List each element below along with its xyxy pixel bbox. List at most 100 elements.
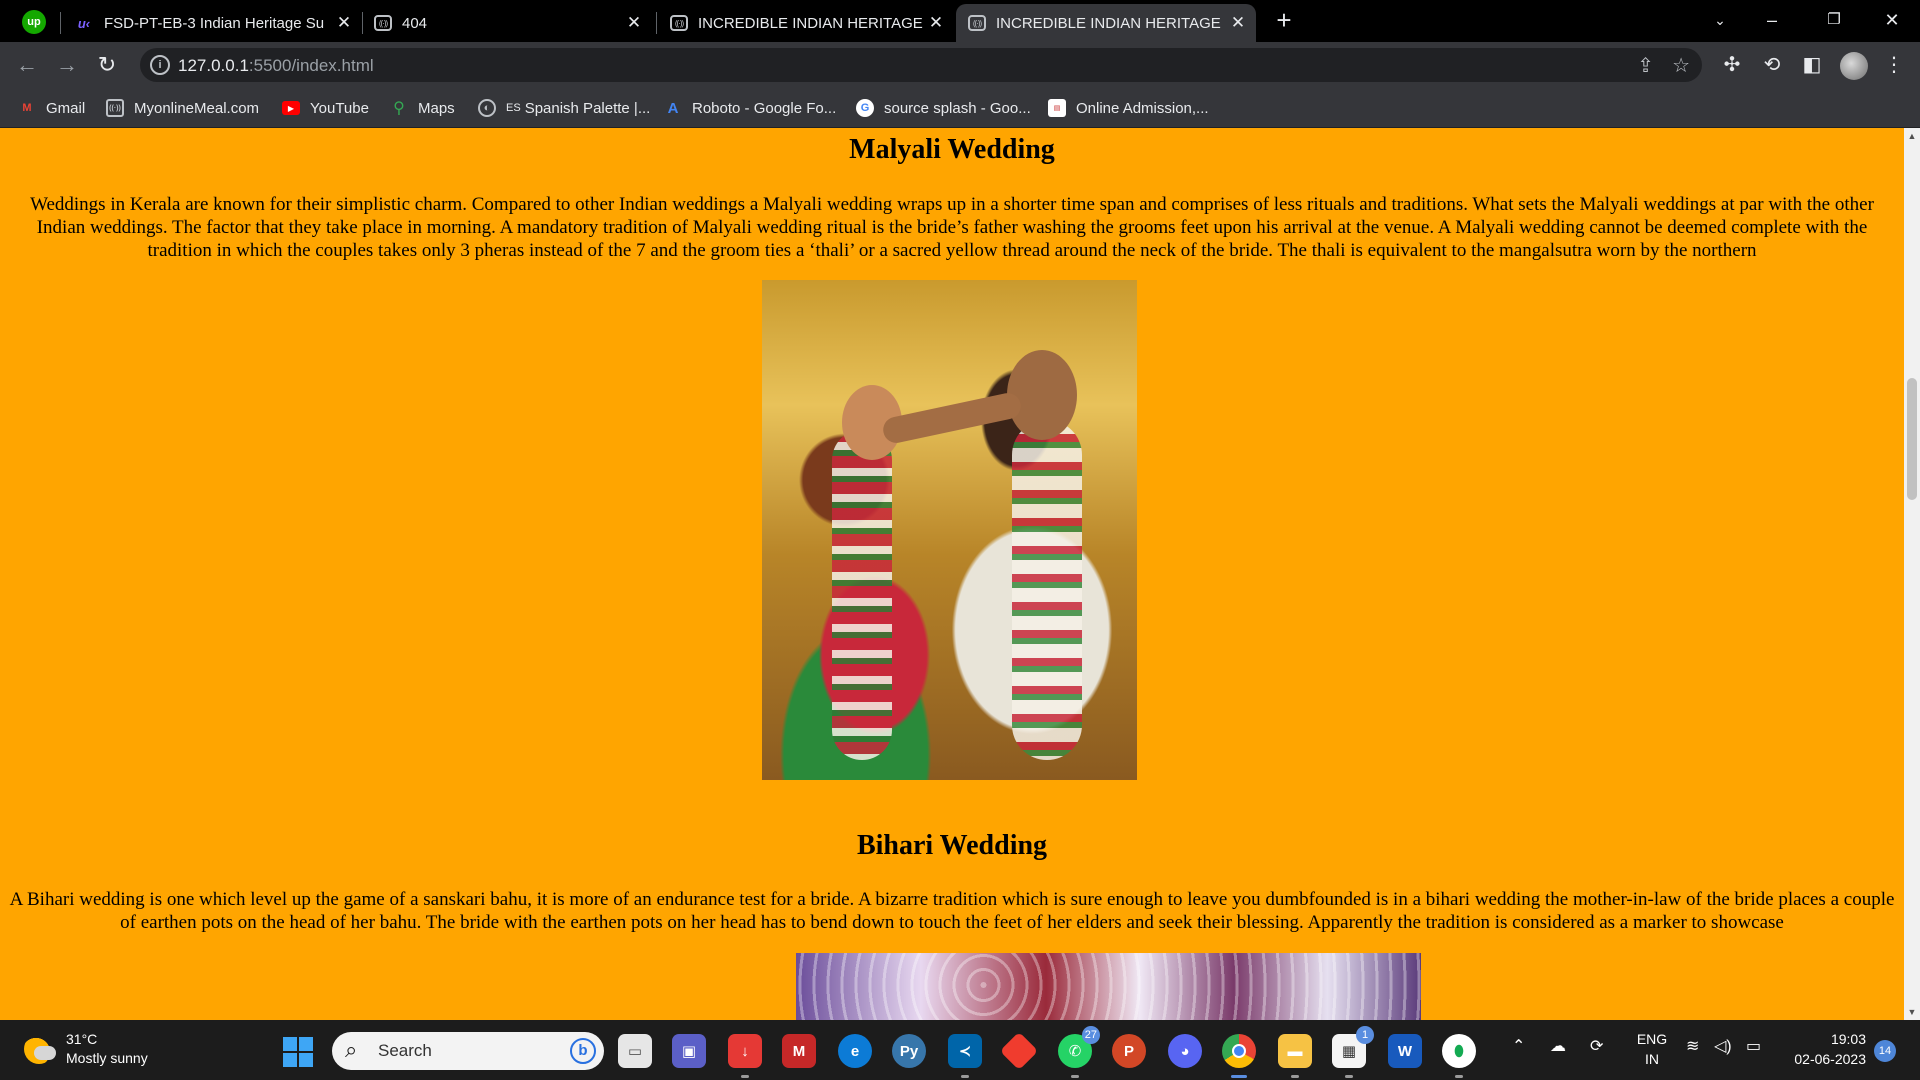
upwork-app-icon[interactable]: up — [22, 10, 46, 34]
bookmark-maps[interactable]: ⚲ Maps — [390, 98, 455, 118]
tab-separator — [60, 12, 61, 34]
page-scrollbar[interactable]: ▲ ▼ — [1904, 128, 1920, 1020]
file-explorer-icon[interactable]: ▬ — [1278, 1034, 1312, 1078]
profile-avatar[interactable] — [1840, 52, 1868, 80]
edge-icon[interactable]: e — [838, 1034, 872, 1068]
store-icon[interactable]: ▦ 1 — [1332, 1026, 1374, 1078]
address-bar[interactable]: i 127.0.0.1:5500/index.html ⇪ ☆ — [140, 48, 1702, 82]
bookmark-star-icon[interactable]: ☆ — [1672, 53, 1690, 78]
site-info-icon[interactable]: i — [150, 55, 170, 75]
new-tab-button[interactable]: + — [1270, 6, 1298, 34]
taskbar-search-box[interactable]: ⌕ Search b — [332, 1032, 604, 1070]
share-icon[interactable]: ⇪ — [1637, 53, 1654, 78]
region-code: IN — [1645, 1051, 1659, 1067]
tab-title: INCREDIBLE INDIAN HERITAGE — [996, 14, 1221, 32]
whatsapp-icon[interactable]: ✆ 27 — [1058, 1026, 1100, 1078]
mcafee-icon[interactable]: M — [782, 1034, 816, 1068]
google-icon: G — [856, 99, 874, 117]
task-view-icon[interactable]: ▭ — [618, 1034, 652, 1068]
google-fonts-icon: A — [667, 99, 679, 117]
restore-button[interactable]: ❐ — [1806, 0, 1862, 42]
live-server-icon — [670, 15, 688, 31]
notification-badge: 27 — [1081, 1026, 1100, 1044]
chrome-icon[interactable] — [1222, 1034, 1256, 1078]
python-icon[interactable]: Py — [892, 1034, 926, 1068]
bookmark-roboto-google-fonts[interactable]: A Roboto - Google Fo... — [664, 98, 837, 118]
globe-icon: ◐ — [478, 99, 496, 117]
reload-icon[interactable]: ↻ — [92, 50, 122, 80]
tab-404[interactable]: 404 ✕ — [362, 4, 652, 42]
close-tab-icon[interactable]: ✕ — [1228, 13, 1248, 33]
onedrive-cloud-icon[interactable]: ☁ — [1550, 1036, 1566, 1056]
weather-widget[interactable]: 31°C Mostly sunny — [24, 1030, 148, 1068]
forward-arrow-icon[interactable]: → — [52, 50, 82, 80]
tab-fsd-indian-heritage[interactable]: u‹ FSD-PT-EB-3 Indian Heritage Sub ✕ — [62, 4, 362, 42]
system-clock[interactable]: 19:03 02-06-2023 — [1780, 1029, 1866, 1069]
bookmark-label: source splash - Goo... — [884, 99, 1031, 117]
show-hidden-icons-chevron-icon[interactable]: ⌃ — [1512, 1036, 1525, 1056]
tab-title: INCREDIBLE INDIAN HERITAGE — [698, 14, 923, 32]
clock-date: 02-06-2023 — [1794, 1051, 1866, 1067]
language-indicator[interactable]: ENG IN — [1632, 1029, 1672, 1069]
side-panel-icon[interactable]: ◧ — [1798, 51, 1826, 79]
downloader-icon[interactable]: ↓ — [728, 1034, 762, 1078]
bihari-wedding-heading: Bihari Wedding — [856, 830, 1048, 861]
volume-icon[interactable]: ◁) — [1714, 1036, 1732, 1056]
close-window-button[interactable]: ✕ — [1864, 0, 1920, 42]
bookmark-myonlinemeal[interactable]: ((·)) MyonlineMeal.com — [106, 98, 259, 118]
scroll-up-arrow-icon[interactable]: ▲ — [1904, 128, 1920, 144]
scroll-down-arrow-icon[interactable]: ▼ — [1904, 1004, 1920, 1020]
chrome-center — [1232, 1044, 1246, 1058]
tab-search-chevron-icon[interactable]: ⌄ — [1692, 0, 1748, 42]
extensions-puzzle-icon[interactable]: ✣ — [1718, 51, 1746, 79]
bookmark-source-splash[interactable]: G source splash - Goo... — [856, 98, 1031, 118]
bookmark-youtube[interactable]: ▶ YouTube — [282, 98, 369, 118]
bing-icon[interactable]: b — [570, 1038, 596, 1064]
weather-temperature: 31°C — [66, 1031, 98, 1047]
vscode-icon[interactable]: ≺ — [948, 1034, 982, 1078]
word-icon[interactable]: W — [1388, 1034, 1422, 1068]
running-indicator — [1455, 1075, 1463, 1078]
wifi-icon[interactable]: ≋ — [1686, 1036, 1699, 1056]
bookmark-label: Gmail — [46, 99, 86, 117]
malyali-wedding-heading: Malyali Wedding — [849, 134, 1055, 165]
close-tab-icon[interactable]: ✕ — [624, 13, 644, 33]
partly-sunny-icon — [24, 1034, 56, 1064]
scrollbar-thumb[interactable] — [1907, 378, 1917, 500]
windows-logo-pane — [283, 1053, 297, 1067]
bookmark-online-admission[interactable]: ▤ Online Admission,... — [1048, 98, 1209, 118]
windows-logo-pane — [299, 1037, 313, 1051]
discord-icon[interactable]: ◕ — [1168, 1034, 1202, 1068]
clock-time: 19:03 — [1830, 1031, 1866, 1047]
battery-icon[interactable]: ▭ — [1746, 1036, 1761, 1056]
windows-logo-pane — [299, 1053, 313, 1067]
tab-incredible-indian-heritage[interactable]: INCREDIBLE INDIAN HERITAGE ✕ — [658, 4, 954, 42]
powerpoint-icon[interactable]: P — [1112, 1034, 1146, 1068]
bookmark-label: Online Admission,... — [1076, 99, 1209, 117]
url-host: 127.0.0.1 — [178, 56, 249, 75]
mongodb-compass-icon[interactable]: ⬮ — [1442, 1034, 1476, 1078]
image-detail — [1007, 350, 1077, 440]
start-button[interactable] — [283, 1037, 313, 1067]
url-text[interactable]: 127.0.0.1:5500/index.html — [178, 56, 374, 76]
bookmark-spanish-palette[interactable]: ◐ ES Spanish Palette |... — [478, 98, 650, 118]
menu-kebab-icon[interactable]: ⋮ — [1880, 51, 1908, 79]
unknown-app-icon: u‹ — [77, 15, 91, 31]
running-indicator — [1071, 1075, 1079, 1078]
bookmark-gmail[interactable]: M Gmail — [18, 98, 85, 118]
extension-icon[interactable]: ⟲ — [1758, 51, 1786, 79]
back-arrow-icon[interactable]: ← — [12, 50, 42, 80]
live-server-icon — [968, 15, 986, 31]
bihari-wedding-image — [796, 953, 1421, 1020]
tab-incredible-indian-heritage-active[interactable]: INCREDIBLE INDIAN HERITAGE ✕ — [956, 4, 1256, 42]
running-indicator — [961, 1075, 969, 1078]
tab-title: 404 — [402, 14, 428, 32]
minimize-button[interactable]: – — [1744, 0, 1800, 42]
notification-center-badge[interactable]: 14 — [1874, 1040, 1896, 1062]
sync-icon[interactable]: ⟳ — [1590, 1036, 1603, 1056]
teams-chat-icon[interactable]: ▣ — [672, 1034, 706, 1068]
close-tab-icon[interactable]: ✕ — [926, 13, 946, 33]
close-tab-icon[interactable]: ✕ — [334, 13, 354, 33]
git-icon[interactable] — [999, 1031, 1039, 1071]
es-prefix: ES — [506, 102, 521, 114]
